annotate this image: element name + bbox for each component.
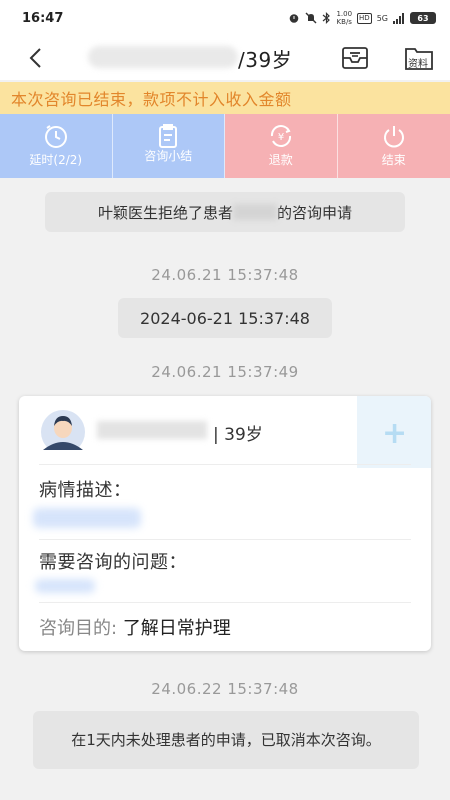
datetime-bubble: 2024-06-21 15:37:48 — [118, 298, 332, 338]
status-time: 16:47 — [22, 10, 64, 26]
rejection-suffix: 的咨询申请 — [277, 203, 353, 222]
app-header: /39岁 资料 — [0, 36, 450, 80]
clock-icon — [44, 125, 67, 148]
battery-level: 63 — [417, 13, 429, 23]
purpose-row: 咨询目的: 了解日常护理 — [39, 614, 231, 640]
condition-redaction — [33, 508, 141, 528]
alarm-icon — [290, 14, 299, 23]
action-bar: 延时(2/2) 咨询小结 ¥ 退款 结束 — [0, 114, 450, 178]
timestamp: 24.06.22 15:37:48 — [151, 680, 299, 698]
status-icons: 1.00 KB/s HD 5G 63 — [288, 10, 436, 26]
plus-icon: + — [382, 416, 408, 451]
condition-label: 病情描述： — [39, 480, 132, 501]
hd-badge: HD — [357, 12, 372, 24]
question-label: 需要咨询的问题： — [39, 552, 187, 573]
battery-icon: 63 — [410, 12, 436, 24]
page-title: /39岁 — [98, 44, 292, 73]
signal-label: 5G — [376, 13, 388, 23]
cancel-message: 在1天内未处理患者的申请，已取消本次咨询。 — [33, 711, 419, 769]
datetime-text: 2024-06-21 15:37:48 — [140, 308, 310, 328]
rejection-message: 叶颖医生拒绝了患者 的咨询申请 — [45, 192, 405, 232]
info-label: 资料 — [408, 59, 428, 70]
divider — [39, 602, 411, 603]
patient-name-redaction — [233, 204, 277, 220]
speed-value: 1.00 — [336, 10, 353, 18]
timestamp: 24.06.21 15:37:49 — [151, 363, 299, 381]
avatar — [41, 410, 85, 450]
cancel-text: 在1天内未处理患者的申请，已取消本次咨询。 — [71, 730, 381, 749]
divider — [39, 464, 411, 465]
add-button[interactable]: + — [357, 396, 431, 468]
status-bar: 16:47 1.00 KB/s HD 5G 63 — [0, 0, 450, 36]
summary-label: 咨询小结 — [144, 149, 193, 163]
envelope-icon[interactable] — [340, 44, 370, 72]
patient-age: | 39岁 — [213, 425, 263, 445]
refund-yen-icon: ¥ — [270, 125, 291, 147]
refund-button[interactable]: ¥ 退款 — [225, 114, 338, 178]
mute-icon — [305, 12, 317, 24]
clipboard-icon — [159, 124, 178, 148]
divider — [39, 539, 411, 540]
purpose-value: 了解日常护理 — [122, 618, 231, 639]
timestamp: 24.06.21 15:37:48 — [151, 266, 299, 284]
patient-info-card[interactable]: | 39岁 + 病情描述： 需要咨询的问题： 咨询目的: 了解日常护理 — [19, 396, 431, 651]
chevron-left-icon[interactable] — [26, 46, 48, 70]
rejection-prefix: 叶颖医生拒绝了患者 — [97, 203, 233, 222]
speed-unit: KB/s — [336, 18, 352, 26]
page-title-text: /39岁 — [238, 48, 293, 72]
network-speed: 1.00 KB/s — [336, 10, 352, 26]
extend-label: 延时(2/2) — [29, 153, 83, 167]
consultation-ended-banner: 本次咨询已结束，款项不计入收入金额 — [0, 82, 450, 114]
extend-button[interactable]: 延时(2/2) — [0, 114, 113, 178]
info-folder-button[interactable]: 资料 — [404, 44, 434, 72]
signal-icon — [393, 12, 404, 24]
purpose-label: 咨询目的: — [39, 618, 118, 639]
question-redaction — [35, 579, 95, 593]
patient-name-age: | 39岁 — [93, 420, 263, 445]
power-icon — [383, 126, 404, 148]
refund-label: 退款 — [268, 153, 293, 167]
bluetooth-icon — [323, 12, 331, 24]
end-label: 结束 — [381, 153, 406, 167]
svg-text:¥: ¥ — [278, 132, 284, 143]
banner-text: 本次咨询已结束，款项不计入收入金额 — [11, 90, 292, 109]
end-button[interactable]: 结束 — [337, 114, 450, 178]
summary-button[interactable]: 咨询小结 — [112, 114, 225, 178]
